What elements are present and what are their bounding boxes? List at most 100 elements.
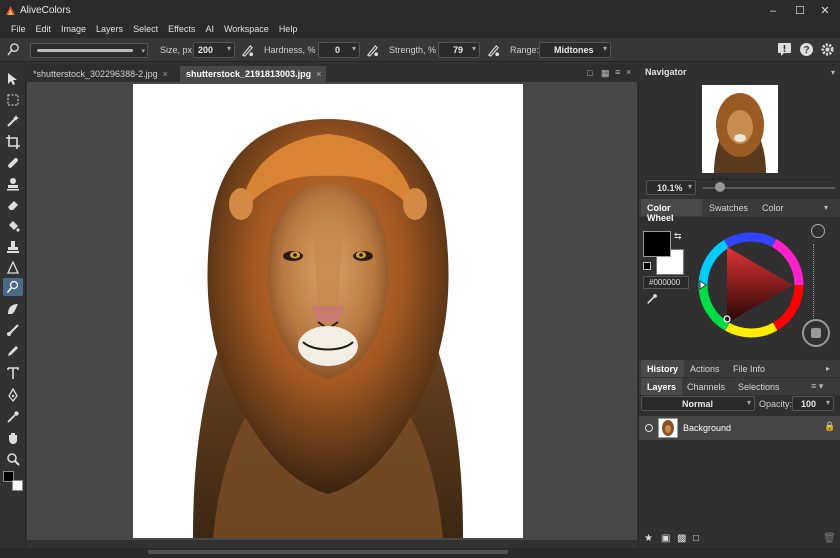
stamp-tool-icon[interactable]	[3, 238, 23, 256]
layer-mask-icon[interactable]: ▣	[661, 533, 670, 544]
size-field[interactable]: 200 ▾	[193, 42, 235, 58]
history-tabs: History Actions File Info ▸	[639, 360, 840, 377]
crop-tool-icon[interactable]	[3, 133, 23, 151]
tools-panel	[0, 62, 26, 548]
dodge-tool-icon[interactable]	[7, 43, 20, 56]
smudge-tool-icon[interactable]	[3, 300, 23, 318]
app-title: AliveColors	[20, 5, 71, 16]
pencil-tool-icon[interactable]	[3, 342, 23, 360]
eyedropper-tool-icon[interactable]	[3, 408, 23, 426]
opacity-label: Opacity:	[759, 399, 793, 409]
range-dropdown[interactable]: Midtones ▾	[539, 42, 611, 58]
canvas-area[interactable]	[27, 82, 641, 540]
strength-field[interactable]: 79 ▾	[438, 42, 480, 58]
title-bar: AliveColors – ☐ ✕	[0, 0, 840, 22]
eraser-tool-icon[interactable]	[3, 196, 23, 214]
move-tool-icon[interactable]	[3, 70, 23, 88]
clone-stamp-tool-icon[interactable]	[3, 175, 23, 193]
range-label: Range:	[510, 45, 540, 55]
tab-document-1[interactable]: *shutterstock_302296388-2.jpg ×	[27, 66, 179, 82]
pressure-strength-icon[interactable]	[487, 44, 500, 57]
hardness-field[interactable]: 0 ▾	[318, 42, 360, 58]
tab-close-icon[interactable]: ×	[316, 69, 321, 79]
svg-text:?: ?	[803, 45, 809, 56]
close-icon[interactable]: ✕	[815, 3, 835, 19]
color-panel-menu-icon[interactable]: ▾	[824, 203, 828, 212]
menu-file[interactable]: File	[6, 22, 31, 38]
layer-visibility-icon[interactable]	[645, 424, 653, 432]
pressure-size-icon[interactable]	[241, 44, 254, 57]
tab-color-wheel[interactable]: Color Wheel	[641, 199, 702, 223]
blend-mode-dropdown[interactable]: Normal ▾	[641, 396, 755, 411]
color-picker-toggle[interactable]	[802, 319, 830, 347]
background-color-swatch[interactable]	[12, 480, 23, 491]
lion-photo	[193, 119, 463, 538]
pen-tool-icon[interactable]	[3, 386, 23, 404]
tab-actions[interactable]: Actions	[684, 360, 726, 377]
menu-workspace[interactable]: Workspace	[219, 22, 274, 38]
maximize-icon[interactable]: ☐	[790, 3, 810, 19]
menu-ai[interactable]: AI	[200, 22, 219, 38]
fill-bucket-tool-icon[interactable]	[3, 217, 23, 235]
opacity-field[interactable]: 100 ▾	[792, 396, 834, 411]
tab-selections[interactable]: Selections	[732, 378, 786, 395]
document-canvas[interactable]	[133, 84, 523, 538]
magic-wand-tool-icon[interactable]	[3, 112, 23, 130]
blur-tool-icon[interactable]	[3, 259, 23, 277]
tips-icon[interactable]	[777, 42, 792, 57]
menu-edit[interactable]: Edit	[31, 22, 57, 38]
tab-history[interactable]: History	[641, 360, 685, 377]
tab-layers[interactable]: Layers	[641, 378, 683, 395]
layer-row[interactable]: Background 🔒	[639, 416, 840, 440]
text-tool-icon[interactable]	[3, 364, 23, 382]
settings-gear-icon[interactable]	[820, 42, 835, 57]
rect-select-tool-icon[interactable]	[3, 91, 23, 109]
zoom-dropdown[interactable]: 10.1% ▾	[646, 180, 696, 195]
swap-colors-icon[interactable]: ⇆	[674, 231, 682, 242]
tab-file-info[interactable]: File Info	[727, 360, 771, 377]
color-eyedropper-icon[interactable]	[646, 293, 658, 305]
navigator-thumbnail[interactable]	[702, 85, 778, 173]
tab-swatches[interactable]: Swatches	[703, 199, 754, 216]
navigator-menu-icon[interactable]: ▾	[831, 68, 835, 77]
brush-tool-icon[interactable]	[3, 321, 23, 339]
reset-colors-icon[interactable]	[643, 262, 651, 270]
navigator-lion-thumb	[714, 93, 766, 173]
right-panel: Navigator ▾ 10.1% ▾ Color Wheel Swatches …	[638, 64, 840, 548]
zoom-slider-handle[interactable]	[715, 182, 725, 192]
new-layer-icon[interactable]: □	[693, 533, 699, 544]
tile-windows-icon[interactable]: ▦	[601, 68, 610, 79]
color-wheel[interactable]	[697, 231, 805, 339]
help-icon[interactable]: ?	[799, 42, 814, 57]
tab-color[interactable]: Color	[756, 199, 790, 216]
history-expand-icon[interactable]: ▸	[826, 364, 830, 373]
minimize-icon[interactable]: –	[763, 3, 783, 19]
layer-lock-icon: 🔒	[824, 421, 836, 431]
tab-document-2[interactable]: shutterstock_2191813003.jpg ×	[180, 66, 326, 82]
hex-input[interactable]: #000000	[643, 276, 689, 289]
healing-brush-tool-icon[interactable]	[3, 154, 23, 172]
tab-close-icon[interactable]: ×	[163, 69, 168, 79]
zoom-tool-icon[interactable]	[3, 450, 23, 468]
tab-channels[interactable]: Channels	[681, 378, 731, 395]
layer-effects-icon[interactable]: ★	[644, 533, 653, 544]
color-mode-icon[interactable]	[811, 224, 825, 238]
menu-layers[interactable]: Layers	[91, 22, 128, 38]
menu-effects[interactable]: Effects	[163, 22, 200, 38]
dodge-burn-tool-icon[interactable]	[3, 278, 23, 296]
menu-help[interactable]: Help	[274, 22, 303, 38]
foreground-color-box[interactable]	[643, 231, 671, 257]
brush-preset-picker[interactable]: ▾	[30, 43, 148, 58]
menu-image[interactable]: Image	[56, 22, 91, 38]
delete-layer-icon[interactable]: 🗑	[823, 533, 836, 544]
new-group-icon[interactable]: ▩	[677, 533, 686, 544]
layers-menu-icon[interactable]: ≡ ▾	[811, 381, 823, 392]
menu-select[interactable]: Select	[128, 22, 163, 38]
close-all-icon[interactable]: ×	[626, 67, 631, 77]
new-document-icon[interactable]: □	[587, 68, 592, 78]
pressure-hardness-icon[interactable]	[366, 44, 379, 57]
hand-tool-icon[interactable]	[3, 429, 23, 447]
horizontal-scrollbar[interactable]	[148, 550, 508, 554]
tabs-menu-icon[interactable]: ≡	[615, 67, 620, 77]
tab-label: *shutterstock_302296388-2.jpg	[33, 69, 158, 79]
